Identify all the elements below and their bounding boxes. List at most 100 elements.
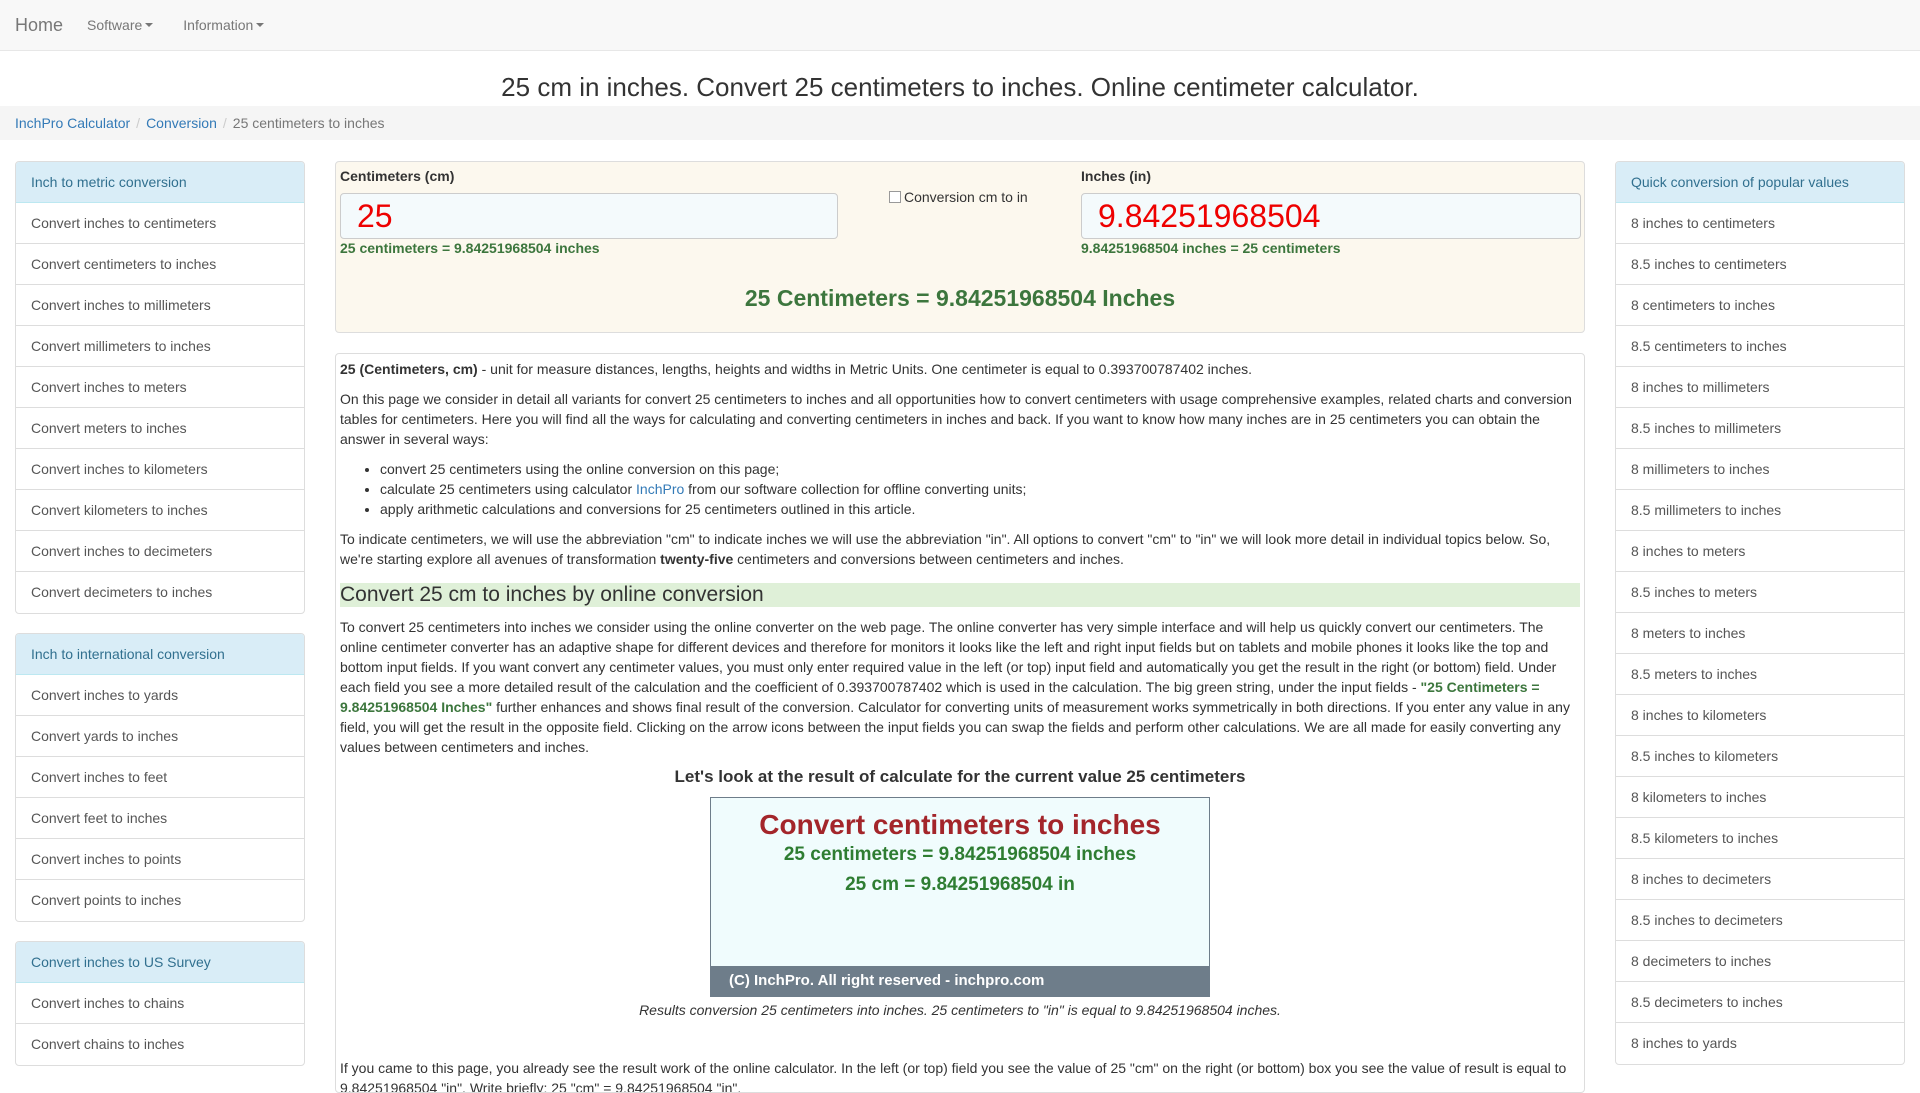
centimeters-result-note: 25 centimeters = 9.84251968504 inches (340, 240, 600, 256)
list-item[interactable]: Convert inches to kilometers (16, 449, 304, 490)
metric-conversion-panel: Inch to metric conversion Convert inches… (15, 161, 305, 614)
list-item[interactable]: 8 inches to meters (1616, 531, 1904, 572)
page-title: 25 cm in inches. Convert 25 centimeters … (501, 72, 1419, 102)
list-item[interactable]: 8 kilometers to inches (1616, 777, 1904, 818)
abbreviation-paragraph: To indicate centimeters, we will use the… (340, 529, 1580, 569)
centimeters-label: Centimeters (cm) (340, 168, 455, 184)
ways-list: convert 25 centimeters using the online … (340, 459, 1580, 519)
big-result: 25 Centimeters = 9.84251968504 Inches (744, 285, 1176, 311)
list-item[interactable]: Convert points to inches (16, 880, 304, 921)
list-item[interactable]: Convert inches to points (16, 839, 304, 880)
online-conversion-heading: Convert 25 cm to inches by online conver… (340, 583, 1580, 607)
caret-down-icon (145, 23, 154, 27)
list-item[interactable]: Convert centimeters to inches (16, 244, 304, 285)
list-item[interactable]: Convert kilometers to inches (16, 490, 304, 531)
list-item[interactable]: 8 meters to inches (1616, 613, 1904, 654)
panel-heading-us-survey[interactable]: Convert inches to US Survey (16, 942, 304, 983)
p-text: centimeters and conversions between cent… (733, 551, 1124, 567)
list-item[interactable]: 8 decimeters to inches (1616, 941, 1904, 982)
list-item[interactable]: Convert millimeters to inches (16, 326, 304, 367)
online-conversion-paragraph: To convert 25 centimeters into inches we… (340, 617, 1580, 757)
result-box-title: Convert centimeters to inches (759, 809, 1161, 840)
caret-down-icon (256, 23, 265, 27)
conversion-arrow-image[interactable]: Conversion cm to in (889, 189, 1028, 205)
result-box-footer: (C) InchPro. All right reserved - inchpr… (711, 966, 1209, 996)
list-item[interactable]: Convert inches to yards (16, 675, 304, 716)
result-caption: Results conversion 25 centimeters into i… (639, 1002, 1281, 1018)
list-item[interactable]: 8 inches to centimeters (1616, 203, 1904, 244)
inchpro-link[interactable]: InchPro (636, 481, 684, 497)
list-item[interactable]: 8.5 centimeters to inches (1616, 326, 1904, 367)
inches-result-note: 9.84251968504 inches = 25 centimeters (1081, 240, 1341, 256)
list-item[interactable]: 8 inches to millimeters (1616, 367, 1904, 408)
p-text: further enhances and shows final result … (340, 699, 1570, 755)
list-item[interactable]: 8 centimeters to inches (1616, 285, 1904, 326)
home-link[interactable]: Home (15, 15, 63, 36)
breadcrumb-separator: / (136, 115, 141, 131)
list-item: calculate 25 centimeters using calculato… (380, 479, 1580, 499)
list-item[interactable]: Convert inches to decimeters (16, 531, 304, 572)
intro-bold: 25 (Centimeters, cm) (340, 361, 478, 377)
list-item[interactable]: 8.5 inches to decimeters (1616, 900, 1904, 941)
list-item[interactable]: 8 inches to kilometers (1616, 695, 1904, 736)
result-box-line-long: 25 centimeters = 9.84251968504 inches (783, 844, 1137, 865)
li-text: from our software collection for offline… (684, 481, 1027, 497)
list-item[interactable]: Convert inches to millimeters (16, 285, 304, 326)
list-item[interactable]: 8.5 decimeters to inches (1616, 982, 1904, 1023)
broken-image-icon (889, 191, 901, 203)
us-survey-conversion-panel: Convert inches to US Survey Convert inch… (15, 941, 305, 1066)
list-item[interactable]: 8.5 inches to centimeters (1616, 244, 1904, 285)
breadcrumb: InchPro Calculator / Conversion / 25 cen… (0, 106, 1920, 140)
p-text: To convert 25 centimeters into inches we… (340, 619, 1557, 695)
list-item[interactable]: 8.5 meters to inches (1616, 654, 1904, 695)
list-item[interactable]: 8.5 inches to meters (1616, 572, 1904, 613)
list-item[interactable]: Convert inches to feet (16, 757, 304, 798)
list-item[interactable]: Convert yards to inches (16, 716, 304, 757)
converter-panel: Centimeters (cm) 25 25 centimeters = 9.8… (335, 161, 1585, 333)
panel-heading-international[interactable]: Inch to international conversion (16, 634, 304, 675)
breadcrumb-current: 25 centimeters to inches (232, 115, 385, 131)
panel-heading-metric[interactable]: Inch to metric conversion (16, 162, 304, 203)
list-item: convert 25 centimeters using the online … (380, 459, 1580, 479)
inches-label: Inches (in) (1081, 168, 1152, 184)
list-item[interactable]: Convert chains to inches (16, 1024, 304, 1065)
breadcrumb-conversion[interactable]: Conversion (146, 115, 217, 131)
overview-paragraph: On this page we consider in detail all v… (340, 391, 1572, 447)
centimeters-input[interactable]: 25 (340, 193, 838, 239)
panel-heading-quick[interactable]: Quick conversion of popular values (1616, 162, 1904, 203)
article: 25 (Centimeters, cm) - unit for measure … (335, 353, 1585, 1093)
quick-conversion-panel: Quick conversion of popular values 8 inc… (1615, 161, 1905, 1065)
intro-text: - unit for measure distances, lengths, h… (477, 361, 1253, 377)
conversion-image-alt: Conversion cm to in (904, 189, 1028, 205)
list-item[interactable]: Convert inches to meters (16, 367, 304, 408)
international-conversion-panel: Inch to international conversion Convert… (15, 633, 305, 922)
list-item[interactable]: 8.5 inches to kilometers (1616, 736, 1904, 777)
li-text: calculate 25 centimeters using calculato… (380, 481, 637, 497)
result-explanation-paragraph: If you came to this page, you already se… (340, 1060, 1567, 1093)
list-item[interactable]: 8 inches to yards (1616, 1023, 1904, 1064)
list-item[interactable]: 8.5 inches to millimeters (1616, 408, 1904, 449)
list-item[interactable]: Convert feet to inches (16, 798, 304, 839)
list-item[interactable]: 8.5 kilometers to inches (1616, 818, 1904, 859)
nav-software-dropdown[interactable]: Software (87, 17, 154, 33)
current-value-heading: Let's look at the result of calculate fo… (674, 767, 1246, 786)
nav-information-dropdown[interactable]: Information (183, 17, 265, 33)
breadcrumb-home[interactable]: InchPro Calculator (15, 115, 130, 131)
list-item[interactable]: 8 millimeters to inches (1616, 449, 1904, 490)
twenty-five-bold: twenty-five (660, 551, 734, 567)
navbar: Home Software Information (0, 0, 1920, 51)
list-item[interactable]: 8.5 millimeters to inches (1616, 490, 1904, 531)
inches-input[interactable]: 9.84251968504 (1081, 193, 1581, 239)
list-item: apply arithmetic calculations and conver… (380, 499, 1580, 519)
list-item[interactable]: Convert inches to chains (16, 983, 304, 1024)
nav-software-label: Software (87, 17, 143, 33)
result-box-line-short: 25 cm = 9.84251968504 in (845, 874, 1075, 895)
nav-information-label: Information (183, 17, 254, 33)
list-item[interactable]: Convert decimeters to inches (16, 572, 304, 613)
list-item[interactable]: Convert meters to inches (16, 408, 304, 449)
list-item[interactable]: Convert inches to centimeters (16, 203, 304, 244)
intro-paragraph: 25 (Centimeters, cm) - unit for measure … (340, 359, 1580, 379)
breadcrumb-separator: / (222, 115, 227, 131)
result-image-box: Convert centimeters to inches 25 centime… (710, 797, 1210, 997)
list-item[interactable]: 8 inches to decimeters (1616, 859, 1904, 900)
